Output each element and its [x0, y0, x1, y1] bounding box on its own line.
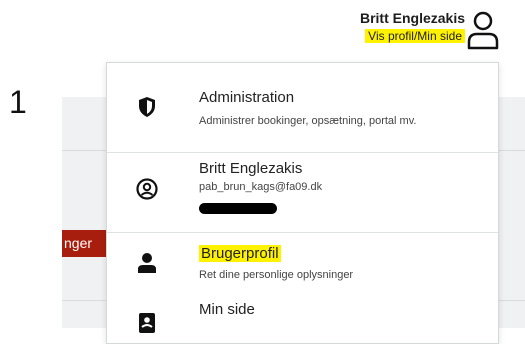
background-button-label: nger	[64, 235, 93, 251]
menu-item-title: Brugerprofil	[199, 245, 281, 262]
user-dropdown-menu: Administration Administrer bookinger, op…	[106, 62, 499, 344]
shield-icon	[139, 97, 155, 117]
menu-item-description: Ret dine personlige oplysninger	[199, 269, 354, 281]
user-outline-icon[interactable]	[466, 10, 500, 52]
step-number: 1	[9, 84, 27, 120]
background-action-button[interactable]: nger	[62, 230, 108, 257]
menu-item-description: Administrer bookinger, opsætning, portal…	[199, 115, 417, 127]
menu-item-administration[interactable]: Administration Administrer bookinger, op…	[107, 63, 498, 151]
menu-user-email: pab_brun_kags@fa09.dk	[199, 181, 323, 193]
header-user-block[interactable]: Britt Englezakis Vis profil/Min side	[305, 10, 465, 45]
menu-item-min-side[interactable]: Min side	[107, 301, 498, 343]
user-circle-icon	[136, 178, 158, 200]
menu-user-name: Britt Englezakis	[199, 160, 303, 177]
id-card-icon	[139, 313, 155, 333]
menu-item-user-account[interactable]: Britt Englezakis pab_brun_kags@fa09.dk	[107, 153, 498, 231]
menu-item-brugerprofil[interactable]: Brugerprofil Ret dine personlige oplysni…	[107, 233, 498, 301]
menu-item-title: Administration	[199, 89, 295, 106]
redaction-mark	[199, 203, 277, 214]
menu-item-title: Min side	[199, 301, 255, 318]
profile-link[interactable]: Vis profil/Min side	[365, 29, 465, 43]
person-icon	[138, 253, 156, 273]
header-user-name: Britt Englezakis	[359, 10, 465, 26]
